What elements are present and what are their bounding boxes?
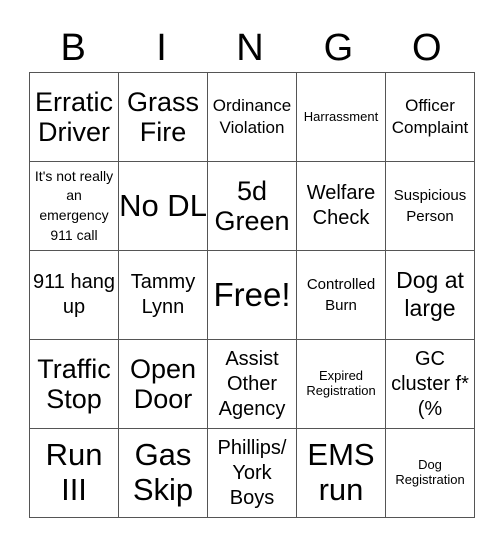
bingo-cell[interactable]: Dog at large — [385, 250, 475, 340]
bingo-cell[interactable]: Assist Other Agency — [207, 339, 297, 429]
grid-row: Traffic Stop Open Door Assist Other Agen… — [29, 339, 475, 429]
bingo-grid: Erratic Driver Grass Fire Ordinance Viol… — [29, 72, 475, 518]
bingo-cell[interactable]: Open Door — [118, 339, 208, 429]
bingo-cell[interactable]: 5d Green — [207, 161, 297, 251]
header-letter-b: B — [60, 27, 86, 69]
grid-row: 911 hang up Tammy Lynn Free! Controlled … — [29, 250, 475, 340]
header-letter-n: N — [236, 27, 264, 69]
bingo-cell[interactable]: Dog Registration — [385, 428, 475, 518]
bingo-cell[interactable]: 911 hang up — [29, 250, 119, 340]
bingo-cell[interactable]: It's not really an emergency 911 call — [29, 161, 119, 251]
bingo-cell[interactable]: Erratic Driver — [29, 72, 119, 162]
bingo-cell[interactable]: Controlled Burn — [296, 250, 386, 340]
header-letter-o: O — [411, 27, 442, 69]
bingo-header: B I N G O — [29, 26, 471, 70]
bingo-cell[interactable]: GC cluster f*(% — [385, 339, 475, 429]
bingo-cell[interactable]: Officer Complaint — [385, 72, 475, 162]
free-space-cell[interactable]: Free! — [207, 250, 297, 340]
grid-row: Erratic Driver Grass Fire Ordinance Viol… — [29, 72, 475, 162]
grid-row: It's not really an emergency 911 call No… — [29, 161, 475, 251]
bingo-cell[interactable]: Phillips/ York Boys — [207, 428, 297, 518]
bingo-cell[interactable]: Tammy Lynn — [118, 250, 208, 340]
bingo-cell[interactable]: Traffic Stop — [29, 339, 119, 429]
bingo-cell[interactable]: No DL — [118, 161, 208, 251]
bingo-cell[interactable]: Suspicious Person — [385, 161, 475, 251]
header-letter-i: I — [156, 27, 167, 69]
bingo-cell[interactable]: Expired Registration — [296, 339, 386, 429]
bingo-cell[interactable]: Welfare Check — [296, 161, 386, 251]
bingo-cell[interactable]: Harrassment — [296, 72, 386, 162]
bingo-cell[interactable]: Gas Skip — [118, 428, 208, 518]
bingo-cell[interactable]: Ordinance Violation — [207, 72, 297, 162]
bingo-cell[interactable]: Grass Fire — [118, 72, 208, 162]
grid-row: Run III Gas Skip Phillips/ York Boys EMS… — [29, 428, 475, 518]
header-letter-g: G — [323, 27, 354, 69]
bingo-cell[interactable]: EMS run — [296, 428, 386, 518]
bingo-cell[interactable]: Run III — [29, 428, 119, 518]
